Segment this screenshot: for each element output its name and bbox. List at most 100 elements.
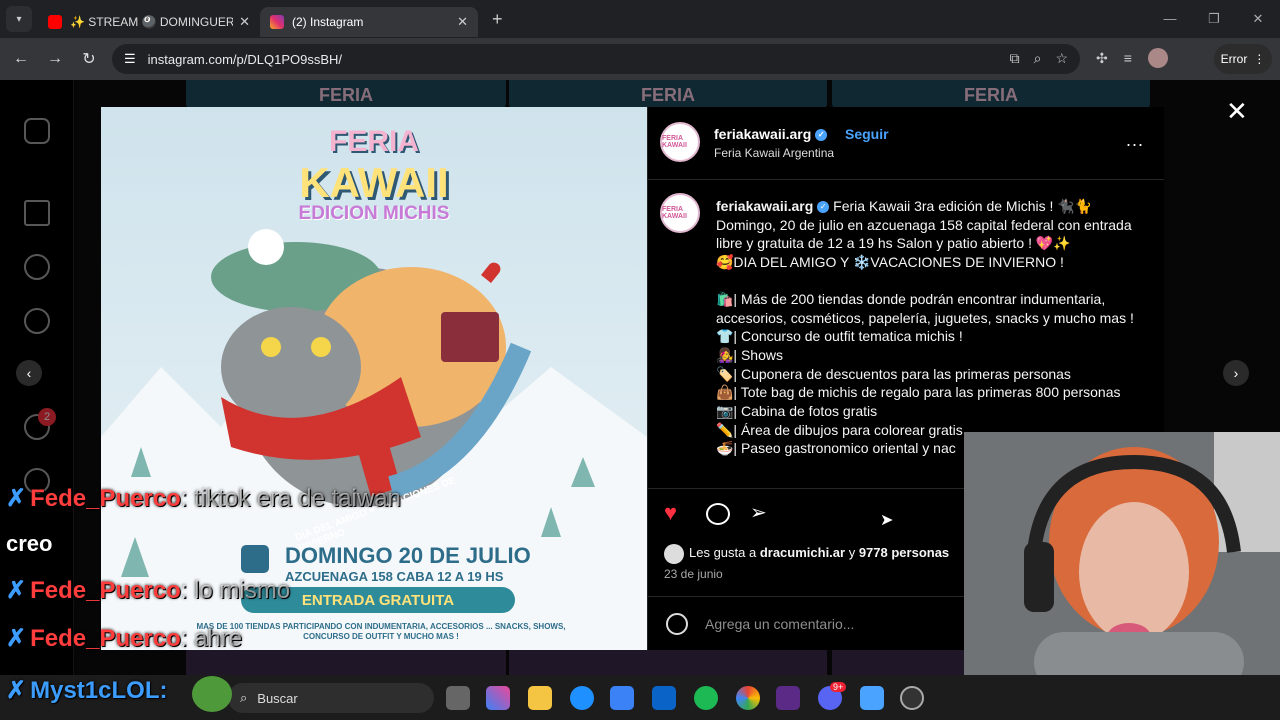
- chat-text: tiktok era de taiwan: [194, 485, 401, 512]
- post-image: FERIA KAWAII EDICION MICHIS DIA DEL AMIG…: [101, 107, 647, 650]
- error-label: Error: [1220, 52, 1248, 66]
- caption-line: 🏷️| Cuponera de descuentos para las prim…: [716, 365, 1071, 382]
- caption-line: 👕| Concurso de outfit tematica michis !: [716, 328, 963, 345]
- error-button[interactable]: Error ⋮: [1214, 44, 1272, 74]
- taskbar-search[interactable]: ⌕ Buscar: [228, 683, 434, 713]
- username-text[interactable]: feriakawaii.arg: [714, 126, 811, 142]
- poster-title-main: KAWAII: [299, 159, 449, 206]
- forward-button[interactable]: →: [38, 50, 72, 68]
- share-icon[interactable]: ➢: [750, 500, 767, 525]
- close-tab-icon[interactable]: ✕: [457, 14, 468, 30]
- instagram-icon: [270, 15, 284, 29]
- tab-search-button[interactable]: ▾: [6, 6, 32, 32]
- poster-subtitle: EDICION MICHIS: [298, 203, 450, 224]
- reload-button[interactable]: ↻: [72, 49, 106, 69]
- caption-author-avatar[interactable]: FERIA KAWAII: [660, 193, 700, 233]
- spotify-icon[interactable]: [694, 686, 718, 710]
- app-icon[interactable]: [776, 686, 800, 710]
- author-avatar[interactable]: FERIA KAWAII: [660, 122, 700, 162]
- tab-label: ✨ STREAM 🎱 DOMINGUERO: [70, 15, 234, 29]
- next-post-arrow-icon[interactable]: ›: [1223, 360, 1249, 386]
- follow-button[interactable]: Seguir: [845, 126, 889, 142]
- tab-instagram[interactable]: (2) Instagram ✕: [260, 7, 478, 37]
- chat-separator: :: [180, 625, 195, 652]
- liker-username[interactable]: dracumichi.ar: [760, 545, 845, 560]
- pepe-emote-icon: [192, 676, 232, 712]
- chat-separator: :: [159, 677, 168, 704]
- caption-line: 👩‍🎤| Shows: [716, 346, 783, 363]
- more-options-button[interactable]: ...: [1126, 130, 1144, 151]
- chat-message: ✗ Fede_Puerco: tiktok era de taiwan: [6, 484, 401, 513]
- toolbar: ← → ↻ ☰ instagram.com/p/DLQ1PO9ssBH/ ⧉ ⌕…: [0, 38, 1280, 80]
- caption-username[interactable]: feriakawaii.arg: [716, 198, 813, 214]
- chat-text: lo mismo: [194, 577, 291, 604]
- chrome-icon[interactable]: [736, 686, 760, 710]
- install-app-icon[interactable]: ⧉: [1010, 50, 1020, 67]
- chat-username: Fede_Puerco: [30, 485, 181, 512]
- zoom-icon[interactable]: ⌕: [1034, 50, 1042, 67]
- outlook-icon[interactable]: [652, 686, 676, 710]
- maximize-button[interactable]: ❐: [1192, 0, 1236, 38]
- caption-line: 📷| Cabina de fotos gratis: [716, 403, 878, 420]
- caption-line: 👜| Tote bag de michis de regalo para las…: [716, 384, 1121, 401]
- divider: [648, 179, 1164, 180]
- chat-message: ✗ Fede_Puerco: ahre: [6, 624, 242, 653]
- minimize-button[interactable]: —: [1148, 0, 1192, 38]
- new-tab-button[interactable]: +: [492, 9, 503, 30]
- notepad-icon[interactable]: [860, 686, 884, 710]
- chat-badge-icon: ✗: [6, 625, 27, 652]
- back-button[interactable]: ←: [4, 50, 38, 68]
- profile-avatar[interactable]: [1147, 48, 1168, 68]
- chat-text: creo: [6, 531, 53, 556]
- caption-line: Feria Kawaii 3ra edición de Michis ! 🐈‍⬛…: [833, 198, 1093, 214]
- chat-message: ✗ Myst1cLOL:: [6, 676, 167, 705]
- tab-stream[interactable]: ✨ STREAM 🎱 DOMINGUERO ✕: [38, 7, 260, 37]
- chat-badge-icon: ✗: [6, 485, 27, 512]
- chat-username: Fede_Puerco: [30, 577, 181, 604]
- verified-badge-icon: ✓: [815, 129, 828, 142]
- task-view-icon[interactable]: [446, 686, 470, 710]
- comment-input[interactable]: Agrega un comentario...: [705, 616, 854, 632]
- chat-badge-icon: ✗: [6, 677, 27, 704]
- mouse-cursor-icon: ➤: [880, 512, 894, 529]
- search-icon: ⌕: [240, 690, 248, 705]
- emoji-icon[interactable]: [666, 613, 688, 635]
- close-window-button[interactable]: ✕: [1236, 0, 1280, 38]
- search-label: Buscar: [257, 690, 298, 706]
- address-bar[interactable]: ☰ instagram.com/p/DLQ1PO9ssBH/ ⧉ ⌕ ☆: [112, 44, 1080, 74]
- close-tab-icon[interactable]: ✕: [239, 14, 250, 30]
- webcam-feed: [964, 432, 1280, 675]
- post-date[interactable]: 23 de junio: [664, 567, 723, 581]
- media-controls-icon[interactable]: ≡: [1124, 50, 1132, 66]
- likes-count[interactable]: 9778 personas: [859, 545, 949, 560]
- author-subtitle: Feria Kawaii Argentina: [714, 146, 835, 160]
- post-author-username[interactable]: feriakawaii.arg ✓: [714, 126, 828, 142]
- store-icon[interactable]: [610, 686, 634, 710]
- poster-date: DOMINGO 20 DE JULIO: [285, 543, 531, 568]
- file-explorer-icon[interactable]: [528, 686, 552, 710]
- chat-username: Myst1cLOL: [30, 677, 160, 704]
- obs-icon[interactable]: [900, 686, 924, 710]
- likes-prefix: Les gusta a: [689, 545, 760, 560]
- liker-avatar[interactable]: [664, 544, 684, 564]
- like-heart-icon[interactable]: ♥: [664, 500, 677, 526]
- poster-title-top: FERIA: [329, 125, 419, 158]
- site-info-icon[interactable]: ☰: [124, 51, 136, 67]
- bookmark-star-icon[interactable]: ☆: [1055, 50, 1068, 67]
- copilot-icon[interactable]: [486, 686, 510, 710]
- chat-username: Fede_Puerco: [30, 625, 181, 652]
- menu-dots-icon: ⋮: [1253, 52, 1266, 66]
- comment-icon[interactable]: [706, 503, 730, 525]
- chat-message: ✗ Fede_Puerco: lo mismo: [6, 576, 290, 605]
- close-modal-icon[interactable]: ✕: [1226, 96, 1248, 127]
- previous-post-arrow-icon[interactable]: ‹: [16, 360, 42, 386]
- url-text: instagram.com/p/DLQ1PO9ssBH/: [147, 51, 343, 67]
- extensions-icon[interactable]: ✣: [1096, 50, 1108, 67]
- edge-icon[interactable]: [570, 686, 594, 710]
- poster-address: AZCUENAGA 158 CABA 12 A 19 HS: [285, 569, 504, 584]
- caption-line: 🥰DIA DEL AMIGO Y ❄️VACACIONES DE INVIERN…: [716, 254, 1064, 271]
- chat-text: ahre: [194, 625, 243, 652]
- caption-line: 🛍️| Más de 200 tiendas donde podrán enco…: [716, 290, 1134, 326]
- tab-label: (2) Instagram: [292, 15, 364, 29]
- youtube-icon: [48, 15, 62, 29]
